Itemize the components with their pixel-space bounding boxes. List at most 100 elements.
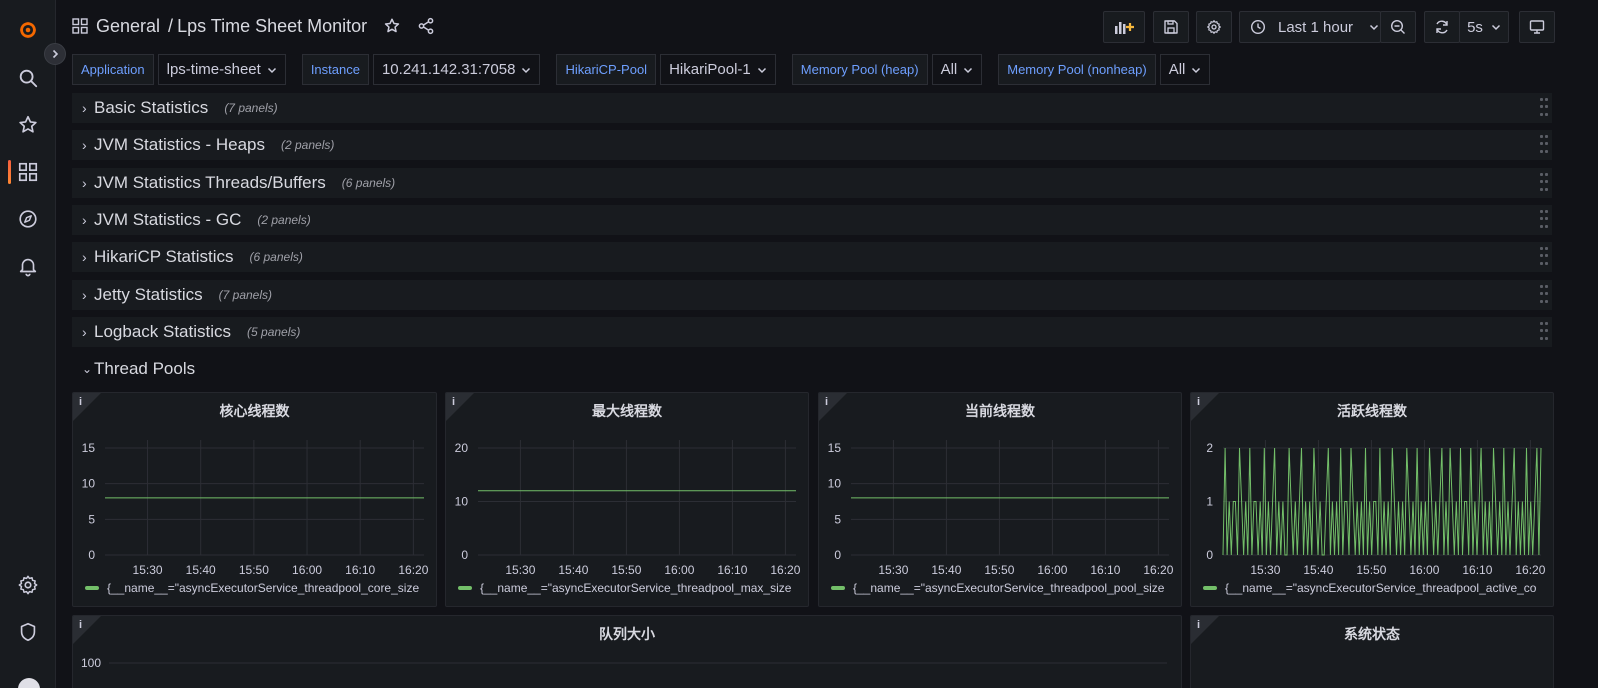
legend-item[interactable]: {__name__="asyncExecutorService_threadpo… bbox=[85, 581, 419, 595]
legend-item[interactable]: {__name__="asyncExecutorService_threadpo… bbox=[458, 581, 791, 595]
variable-label-application: Application bbox=[72, 54, 154, 85]
y-tick-label: 10 bbox=[828, 477, 842, 491]
user-avatar[interactable] bbox=[18, 678, 40, 688]
panel-core-threads[interactable]: i 核心线程数 0 5 10 15 15:30 15:40 15:50 16:00 16:10 16:… bbox=[72, 392, 437, 607]
drag-handle-icon[interactable] bbox=[1540, 210, 1548, 230]
x-tick-label: 15:50 bbox=[984, 563, 1014, 577]
template-variables: Application lps-time-sheet Instance 10.2… bbox=[72, 54, 1211, 85]
chevron-down-icon bbox=[1192, 67, 1201, 73]
x-tick-label: 15:30 bbox=[1250, 563, 1280, 577]
breadcrumb-folder[interactable]: General bbox=[96, 16, 160, 37]
panel-current-threads[interactable]: i 当前线程数 0 5 10 15 15:30 15:40 15:50 16:00 16:10 16:… bbox=[818, 392, 1182, 607]
drag-handle-icon[interactable] bbox=[1540, 98, 1548, 118]
y-tick-label: 5 bbox=[88, 512, 95, 526]
panel-active-threads[interactable]: i 活跃线程数 0 1 2 15:30 15:40 15:50 16:00 16:10 16:20{… bbox=[1190, 392, 1554, 607]
row-panel-count: (6 panels) bbox=[341, 176, 396, 190]
panel-max-threads[interactable]: i 最大线程数 0 10 20 15:30 15:40 15:50 16:00 16:10 16:2… bbox=[445, 392, 809, 607]
clock-icon bbox=[1250, 19, 1266, 35]
drag-handle-icon[interactable] bbox=[1540, 322, 1548, 342]
x-tick-label: 15:40 bbox=[186, 563, 216, 577]
legend-swatch bbox=[1203, 586, 1217, 590]
panel-queue-size[interactable]: i 队列大小 100 bbox=[72, 615, 1182, 688]
x-tick-label: 15:50 bbox=[611, 563, 641, 577]
grafana-logo-icon[interactable] bbox=[0, 10, 56, 50]
y-tick-label: 0 bbox=[88, 548, 95, 562]
y-tick-label: 0 bbox=[834, 548, 841, 562]
drag-handle-icon[interactable] bbox=[1540, 135, 1548, 155]
y-tick-label: 15 bbox=[828, 441, 842, 455]
star-icon[interactable] bbox=[383, 17, 401, 35]
variable-value: 10.241.142.31:7058 bbox=[381, 61, 516, 78]
time-range-label: Last 1 hour bbox=[1278, 18, 1354, 36]
chevron-down-icon bbox=[522, 67, 531, 73]
x-tick-label: 16:00 bbox=[1409, 563, 1439, 577]
chevron-right-icon: › bbox=[82, 175, 87, 191]
row-panel-count: (2 panels) bbox=[281, 138, 335, 152]
variable-select-hikaricp-pool[interactable]: HikariPool-1 bbox=[660, 54, 776, 85]
chart-plot: 100 bbox=[81, 656, 1167, 670]
row-jvm-gc[interactable]: › JVM Statistics - GC (2 panels) bbox=[72, 205, 1552, 235]
settings-gear-icon[interactable] bbox=[0, 565, 56, 605]
chevron-down-icon bbox=[757, 67, 766, 73]
legend-label: {__name__="asyncExecutorService_threadpo… bbox=[480, 581, 792, 595]
x-tick-label: 16:00 bbox=[292, 563, 322, 577]
explore-icon[interactable] bbox=[0, 199, 56, 239]
chevron-down-icon bbox=[1370, 24, 1379, 31]
dashboard-title[interactable]: Lps Time Sheet Monitor bbox=[177, 16, 367, 37]
row-panel-count: (7 panels) bbox=[224, 101, 278, 115]
chevron-right-icon: › bbox=[82, 249, 87, 265]
x-tick-label: 15:50 bbox=[239, 563, 269, 577]
dashboards-icon[interactable] bbox=[0, 152, 56, 192]
x-tick-label: 16:10 bbox=[717, 563, 747, 577]
starred-icon[interactable] bbox=[0, 105, 56, 145]
alerting-bell-icon[interactable] bbox=[0, 246, 56, 286]
time-range-picker[interactable]: Last 1 hour bbox=[1239, 11, 1381, 43]
refresh-interval-picker[interactable]: 5s bbox=[1459, 11, 1509, 43]
variable-select-instance[interactable]: 10.241.142.31:7058 bbox=[372, 54, 541, 85]
shield-icon[interactable] bbox=[0, 612, 56, 652]
legend-label: {__name__="asyncExecutorService_threadpo… bbox=[1225, 581, 1537, 595]
legend-item[interactable]: {__name__="asyncExecutorService_threadpo… bbox=[1203, 581, 1536, 595]
panel-title[interactable]: 系统状态 bbox=[1191, 624, 1553, 644]
variable-label-memory-pool-nonheap: Memory Pool (nonheap) bbox=[998, 54, 1156, 85]
drag-handle-icon[interactable] bbox=[1540, 285, 1548, 305]
refresh-interval-label: 5s bbox=[1467, 18, 1483, 36]
dashboard-settings-button[interactable] bbox=[1196, 11, 1232, 43]
panel-system-status[interactable]: i 系统状态 bbox=[1190, 615, 1554, 688]
drag-handle-icon[interactable] bbox=[1540, 247, 1548, 267]
row-basic-statistics[interactable]: › Basic Statistics (7 panels) bbox=[72, 93, 1552, 123]
variable-select-application[interactable]: lps-time-sheet bbox=[157, 54, 286, 85]
refresh-button[interactable] bbox=[1424, 11, 1460, 43]
variable-value: lps-time-sheet bbox=[166, 61, 261, 78]
variable-value: All bbox=[940, 61, 958, 78]
add-panel-button[interactable] bbox=[1103, 11, 1145, 43]
row-thread-pools[interactable]: ⌄ Thread Pools bbox=[72, 355, 195, 383]
variable-select-memory-pool-heap[interactable]: All bbox=[931, 54, 983, 85]
chart-plot: 0 5 10 15 15:30 15:40 15:50 16:00 16:10 16:20 bbox=[828, 440, 1174, 577]
drag-handle-icon[interactable] bbox=[1540, 173, 1548, 193]
zoom-out-button[interactable] bbox=[1380, 11, 1416, 43]
row-title: Basic Statistics bbox=[94, 98, 209, 117]
row-logback-statistics[interactable]: › Logback Statistics (5 panels) bbox=[72, 317, 1552, 347]
y-tick-label: 15 bbox=[82, 441, 96, 455]
legend-swatch bbox=[85, 586, 99, 590]
expand-menu-button[interactable] bbox=[44, 43, 66, 65]
legend-item[interactable]: {__name__="asyncExecutorService_threadpo… bbox=[831, 581, 1164, 595]
y-tick-label: 0 bbox=[1206, 548, 1213, 562]
row-jvm-threads-buffers[interactable]: › JVM Statistics Threads/Buffers (6 pane… bbox=[72, 168, 1552, 198]
save-dashboard-button[interactable] bbox=[1153, 11, 1189, 43]
row-panel-count: (6 panels) bbox=[249, 250, 303, 264]
row-jvm-heaps[interactable]: › JVM Statistics - Heaps (2 panels) bbox=[72, 130, 1552, 160]
variable-value: HikariPool-1 bbox=[669, 61, 751, 78]
row-panel-count: (2 panels) bbox=[257, 213, 311, 227]
tv-mode-button[interactable] bbox=[1519, 11, 1555, 43]
search-icon[interactable] bbox=[0, 58, 56, 98]
row-hikaricp-statistics[interactable]: › HikariCP Statistics (6 panels) bbox=[72, 242, 1552, 272]
row-jetty-statistics[interactable]: › Jetty Statistics (7 panels) bbox=[72, 280, 1552, 310]
chevron-right-icon: › bbox=[82, 324, 87, 340]
variable-select-memory-pool-nonheap[interactable]: All bbox=[1159, 54, 1211, 85]
variable-value: All bbox=[1168, 61, 1186, 78]
x-tick-label: 16:10 bbox=[345, 563, 375, 577]
share-icon[interactable] bbox=[417, 17, 435, 35]
row-panel-count: (7 panels) bbox=[218, 288, 273, 302]
